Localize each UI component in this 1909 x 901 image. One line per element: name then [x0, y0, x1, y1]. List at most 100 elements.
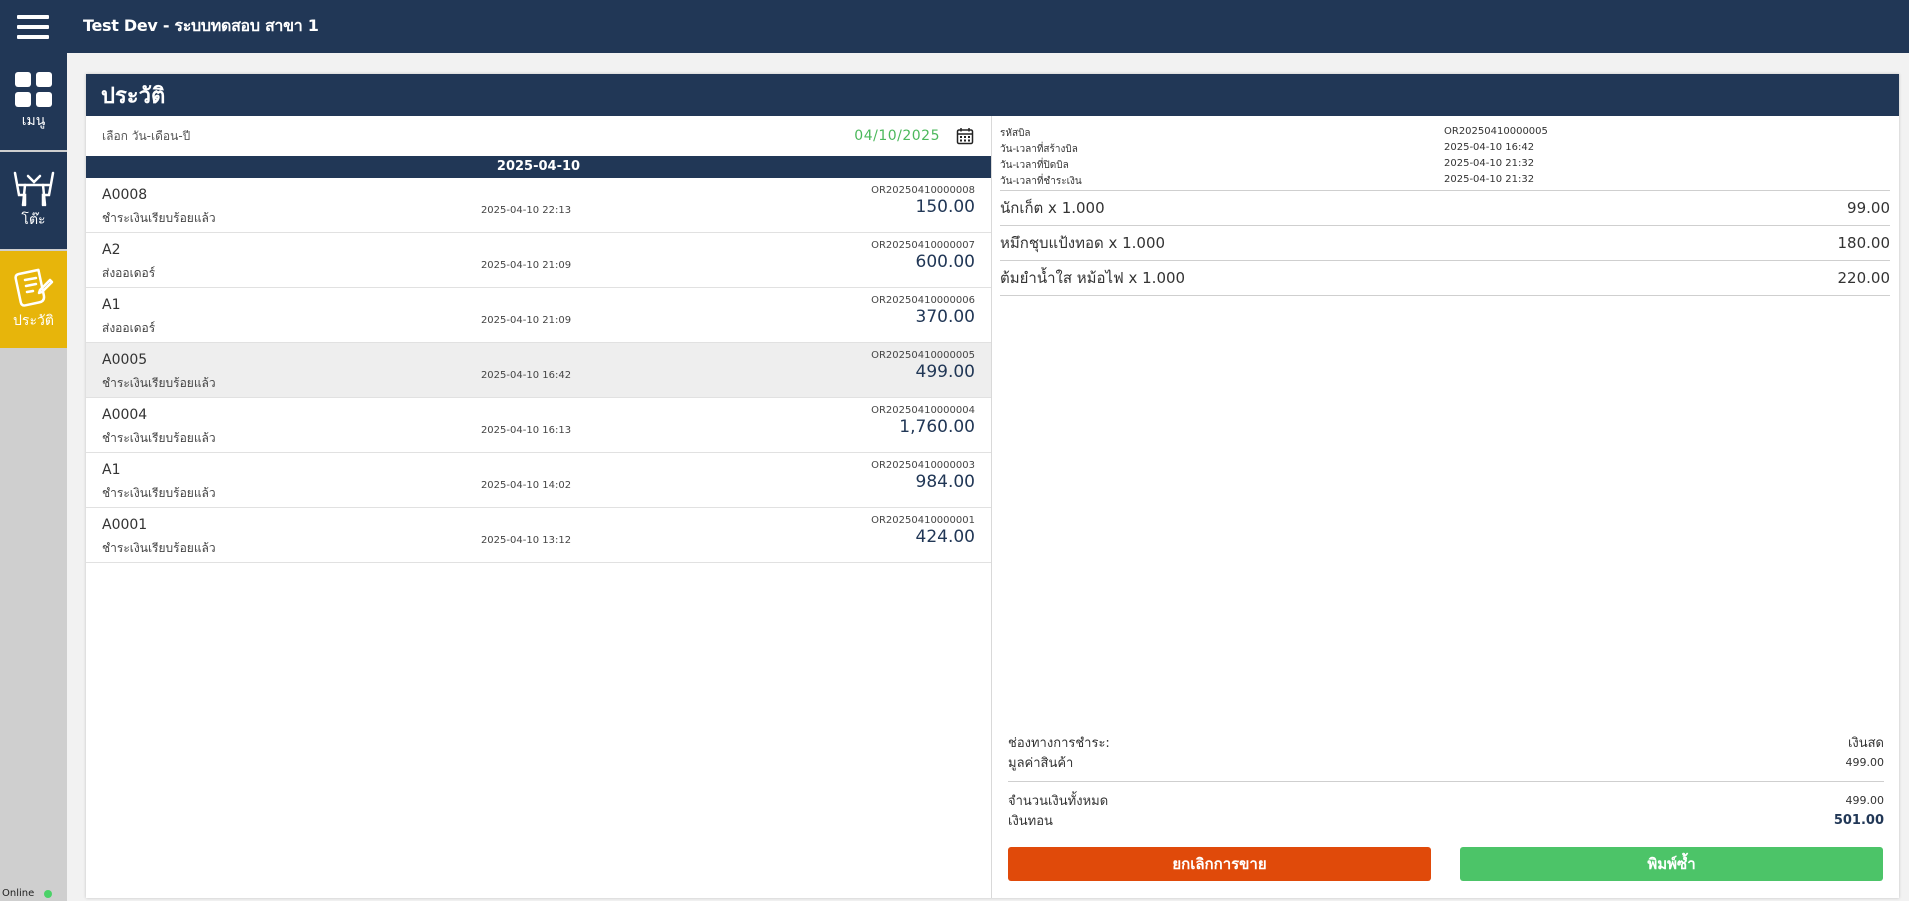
- subtotal-label: มูลค่าสินค้า: [1008, 755, 1074, 771]
- connection-status: Online: [2, 888, 53, 899]
- sidebar-item-menu[interactable]: เมนู: [0, 53, 67, 150]
- page-title: ประวัติ: [86, 74, 1899, 116]
- order-status: ส่งออเดอร์: [102, 266, 156, 280]
- order-table-name: A2: [102, 242, 121, 258]
- date-input[interactable]: 04/10/2025: [854, 128, 940, 144]
- bill-item-row: หมึกชุบแป้งทอด x 1.000 180.00: [1000, 226, 1890, 261]
- item-price: 180.00: [1837, 234, 1891, 252]
- date-picker-row: เลือก วัน-เดือน-ปี 04/10/2025: [86, 116, 991, 156]
- order-row[interactable]: A0001 ชำระเงินเรียบร้อยแล้ว 2025-04-10 13:…: [86, 508, 991, 563]
- app-title: Test Dev - ระบบทดสอบ สาขา 1: [83, 16, 319, 35]
- order-time: 2025-04-10 21:09: [480, 315, 572, 326]
- order-list: A0008 ชำระเงินเรียบร้อยแล้ว 2025-04-10 22:…: [86, 178, 991, 563]
- order-status: ชำระเงินเรียบร้อยแล้ว: [102, 541, 216, 555]
- total-label: จำนวนเงินทั้งหมด: [1008, 793, 1109, 809]
- order-amount: 984.00: [915, 472, 975, 492]
- subtotal-value: 499.00: [1845, 755, 1885, 769]
- order-number: OR20250410000007: [871, 240, 975, 251]
- meta-row: วัน-เวลาที่ปิดบิล 2025-04-10 21:32: [1000, 158, 1890, 174]
- item-price: 99.00: [1847, 199, 1890, 217]
- order-row[interactable]: A1 ชำระเงินเรียบร้อยแล้ว 2025-04-10 14:02 O…: [86, 453, 991, 508]
- bill-meta: รหัสบิล OR20250410000005 วัน-เวลาที่สร้างบ…: [1000, 126, 1890, 190]
- order-row[interactable]: A0005 ชำระเงินเรียบร้อยแล้ว 2025-04-10 16:…: [86, 343, 991, 398]
- order-status: ชำระเงินเรียบร้อยแล้ว: [102, 211, 216, 225]
- sidebar-item-table[interactable]: โต๊ะ: [0, 152, 67, 249]
- grid-icon: [14, 71, 52, 107]
- summary-divider: [1008, 781, 1884, 782]
- order-time: 2025-04-10 13:12: [480, 535, 572, 546]
- date-label: เลือก วัน-เดือน-ปี: [102, 128, 191, 143]
- bill-summary: ช่องทางการชำระ: เงินสด มูลค่าสินค้า 499.…: [1008, 732, 1884, 830]
- bill-item-row: นักเก็ต x 1.000 99.00: [1000, 191, 1890, 226]
- item-price: 220.00: [1837, 269, 1891, 287]
- order-number: OR20250410000008: [871, 185, 975, 196]
- item-name: หมึกชุบแป้งทอด x 1.000: [1000, 234, 1166, 252]
- order-number: OR20250410000004: [871, 405, 975, 416]
- meta-key: วัน-เวลาที่ปิดบิล: [1000, 160, 1069, 171]
- meta-row: รหัสบิล OR20250410000005: [1000, 126, 1890, 142]
- payment-method-value: เงินสด: [1847, 735, 1884, 751]
- order-number: OR20250410000003: [871, 460, 975, 471]
- order-detail-panel: รหัสบิล OR20250410000005 วัน-เวลาที่สร้างบ…: [993, 116, 1899, 898]
- status-text: Online: [2, 888, 35, 899]
- order-table-name: A0005: [102, 352, 148, 368]
- order-row[interactable]: A2 ส่งออเดอร์ 2025-04-10 21:09 OR2025041000…: [86, 233, 991, 288]
- order-amount: 499.00: [915, 362, 975, 382]
- order-table-name: A1: [102, 297, 121, 313]
- order-list-panel: เลือก วัน-เดือน-ปี 04/10/2025 2025-04-10…: [86, 116, 992, 898]
- order-number: OR20250410000001: [871, 515, 975, 526]
- order-time: 2025-04-10 21:09: [480, 260, 572, 271]
- order-table-name: A0008: [102, 187, 148, 203]
- order-amount: 424.00: [915, 527, 975, 547]
- calendar-icon[interactable]: [956, 127, 974, 145]
- bill-item-row: ต้มยำน้ำใส หม้อไฟ x 1.000 220.00: [1000, 261, 1890, 296]
- sidebar-item-label: ประวัติ: [13, 312, 54, 329]
- hamburger-menu-icon[interactable]: [0, 0, 66, 53]
- order-amount: 150.00: [915, 197, 975, 217]
- order-time: 2025-04-10 16:13: [480, 425, 572, 436]
- order-time: 2025-04-10 22:13: [480, 205, 572, 216]
- order-status: ชำระเงินเรียบร้อยแล้ว: [102, 376, 216, 390]
- order-number: OR20250410000006: [871, 295, 975, 306]
- sidebar-item-label: โต๊ะ: [21, 211, 46, 228]
- order-amount: 1,760.00: [899, 417, 975, 437]
- online-dot-icon: [44, 889, 53, 898]
- total-value: 499.00: [1845, 793, 1885, 807]
- payment-method-label: ช่องทางการชำระ:: [1008, 735, 1110, 751]
- day-header: 2025-04-10: [86, 156, 991, 178]
- order-amount: 370.00: [915, 307, 975, 327]
- history-page: ประวัติ เลือก วัน-เดือน-ปี 04/10/2025 20…: [86, 74, 1899, 898]
- history-icon: [13, 268, 53, 307]
- meta-value: 2025-04-10 21:32: [1444, 158, 1535, 169]
- meta-row: วัน-เวลาที่ชำระเงิน 2025-04-10 21:32: [1000, 174, 1890, 190]
- order-table-name: A1: [102, 462, 121, 478]
- sidebar-item-history[interactable]: ประวัติ: [0, 251, 67, 348]
- top-bar: Test Dev - ระบบทดสอบ สาขา 1: [0, 0, 1909, 53]
- meta-value: 2025-04-10 21:32: [1444, 174, 1535, 185]
- bill-items: นักเก็ต x 1.000 99.00 หมึกชุบแป้งทอด x 1.0…: [1000, 190, 1890, 296]
- meta-key: วัน-เวลาที่สร้างบิล: [1000, 144, 1078, 155]
- order-row[interactable]: A0008 ชำระเงินเรียบร้อยแล้ว 2025-04-10 22:…: [86, 178, 991, 233]
- sidebar: เมนู โต๊ะ ประวัติ Online: [0, 53, 67, 901]
- order-time: 2025-04-10 16:42: [480, 370, 572, 381]
- cancel-sale-button[interactable]: ยกเลิกการขาย: [1008, 847, 1431, 881]
- order-row[interactable]: A0004 ชำระเงินเรียบร้อยแล้ว 2025-04-10 16:…: [86, 398, 991, 453]
- order-status: ส่งออเดอร์: [102, 321, 156, 335]
- meta-row: วัน-เวลาที่สร้างบิล 2025-04-10 16:42: [1000, 142, 1890, 158]
- order-number: OR20250410000005: [871, 350, 975, 361]
- item-name: นักเก็ต x 1.000: [1000, 199, 1105, 217]
- meta-key: วัน-เวลาที่ชำระเงิน: [1000, 176, 1082, 187]
- change-value: 501.00: [1833, 812, 1884, 828]
- meta-key: รหัสบิล: [1000, 128, 1031, 139]
- order-amount: 600.00: [915, 252, 975, 272]
- item-name: ต้มยำน้ำใส หม้อไฟ x 1.000: [1000, 269, 1186, 287]
- order-table-name: A0004: [102, 407, 148, 423]
- order-table-name: A0001: [102, 517, 148, 533]
- sidebar-item-label: เมนู: [21, 112, 46, 129]
- meta-value: OR20250410000005: [1444, 126, 1548, 137]
- order-row[interactable]: A1 ส่งออเดอร์ 2025-04-10 21:09 OR2025041000…: [86, 288, 991, 343]
- reprint-button[interactable]: พิมพ์ซ้ำ: [1460, 847, 1883, 881]
- change-label: เงินทอน: [1008, 813, 1053, 829]
- order-status: ชำระเงินเรียบร้อยแล้ว: [102, 431, 216, 445]
- order-status: ชำระเงินเรียบร้อยแล้ว: [102, 486, 216, 500]
